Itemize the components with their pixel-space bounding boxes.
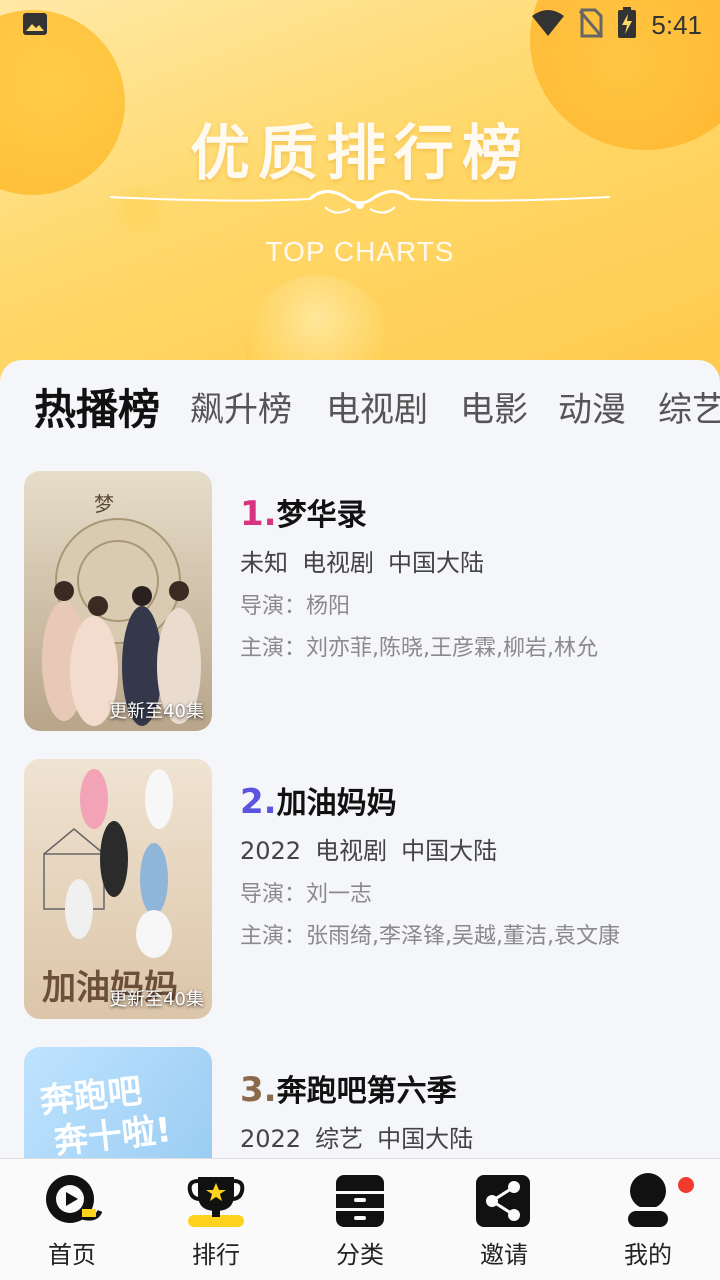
trophy-icon bbox=[187, 1177, 245, 1227]
item-title-row[interactable]: 1.梦华录 bbox=[240, 491, 700, 537]
nav-categories[interactable]: 分类 bbox=[288, 1159, 432, 1280]
bottom-navigation: 首页 排行 分类 邀请 我的 bbox=[0, 1158, 720, 1280]
item-director: 导演：杨阳 bbox=[240, 594, 351, 619]
item-title: 奔跑吧第六季 bbox=[276, 1074, 457, 1109]
user-icon bbox=[628, 1173, 668, 1227]
poster-image[interactable]: 梦 更新至40集 bbox=[24, 471, 212, 731]
list-item[interactable]: 梦 更新至40集 1.梦华录 未知 电视剧 中国大陆 导演：杨阳 主演：刘亦菲,陈晓… bbox=[24, 471, 704, 731]
nav-label: 邀请 bbox=[480, 1241, 528, 1269]
svg-text:梦: 梦 bbox=[94, 492, 114, 516]
item-region: 中国大陆 bbox=[377, 1125, 474, 1153]
tab-variety[interactable]: 综艺 bbox=[658, 380, 720, 440]
item-title: 梦华录 bbox=[276, 498, 367, 533]
nav-label: 我的 bbox=[624, 1241, 672, 1269]
no-sim-icon bbox=[579, 8, 604, 42]
status-bar: 5:41 bbox=[0, 0, 720, 50]
tab-movies[interactable]: 电影 bbox=[460, 380, 528, 440]
item-genre: 电视剧 bbox=[315, 837, 388, 865]
nav-ranking[interactable]: 排行 bbox=[144, 1159, 288, 1280]
item-region: 中国大陆 bbox=[388, 549, 484, 577]
drawer-icon bbox=[336, 1175, 384, 1227]
item-director: 导演：刘一志 bbox=[240, 882, 373, 907]
item-year: 2022 bbox=[240, 837, 302, 865]
list-item[interactable]: 奔跑吧 奔十啦! 3.奔跑吧第六季 2022 综艺 中国大陆 bbox=[24, 1047, 704, 1160]
nav-invite[interactable]: 邀请 bbox=[432, 1159, 576, 1280]
item-meta: 未知 电视剧 中国大陆 bbox=[240, 543, 700, 583]
item-title-row[interactable]: 3.奔跑吧第六季 bbox=[240, 1067, 700, 1113]
tab-tv-series[interactable]: 电视剧 bbox=[326, 380, 428, 440]
tab-anime[interactable]: 动漫 bbox=[558, 380, 626, 440]
item-title: 加油妈妈 bbox=[276, 786, 397, 821]
notification-dot bbox=[678, 1177, 694, 1193]
poster-image[interactable]: 奔跑吧 奔十啦! bbox=[24, 1047, 212, 1160]
item-year: 未知 bbox=[240, 549, 288, 577]
poster-image[interactable]: 加油妈妈 更新至40集 bbox=[24, 759, 212, 1019]
category-tabs: 热播榜 飙升榜 电视剧 电影 动漫 综艺 bbox=[0, 380, 720, 440]
home-play-icon bbox=[46, 1175, 102, 1223]
nav-home[interactable]: 首页 bbox=[0, 1159, 144, 1280]
tab-hot[interactable]: 热播榜 bbox=[34, 380, 160, 440]
nav-label: 首页 bbox=[48, 1241, 96, 1269]
item-year: 2022 bbox=[240, 1125, 302, 1153]
status-time: 5:41 bbox=[651, 9, 702, 40]
nav-profile[interactable]: 我的 bbox=[576, 1159, 720, 1280]
banner-subtitle: TOP CHARTS bbox=[265, 236, 455, 267]
battery-charging-icon bbox=[617, 7, 637, 43]
tab-rising[interactable]: 飙升榜 bbox=[190, 380, 292, 440]
top-charts-banner: 5:41 优质排行榜 TOP CHARTS bbox=[0, 0, 720, 400]
share-icon bbox=[476, 1175, 530, 1227]
item-genre: 电视剧 bbox=[302, 549, 374, 577]
image-icon bbox=[22, 12, 48, 36]
item-cast: 主演：刘亦菲,陈晓,王彦霖,柳岩,林允 bbox=[240, 636, 598, 661]
item-meta: 2022 电视剧 中国大陆 bbox=[240, 831, 700, 871]
list-item[interactable]: 加油妈妈 更新至40集 2.加油妈妈 2022 电视剧 中国大陆 导演：刘一志 主演… bbox=[24, 759, 704, 1019]
wifi-icon bbox=[531, 9, 565, 41]
banner-title: 优质排行榜 bbox=[190, 119, 530, 189]
rank-number: 1. bbox=[240, 494, 277, 534]
item-meta: 2022 综艺 中国大陆 bbox=[240, 1119, 700, 1159]
item-title-row[interactable]: 2.加油妈妈 bbox=[240, 779, 700, 825]
nav-label: 排行 bbox=[192, 1241, 240, 1269]
episode-badge: 更新至40集 bbox=[109, 701, 204, 722]
rank-number: 2. bbox=[240, 782, 277, 822]
item-region: 中国大陆 bbox=[401, 837, 498, 865]
item-genre: 综艺 bbox=[315, 1125, 364, 1153]
episode-badge: 更新至40集 bbox=[109, 989, 204, 1010]
item-cast: 主演：张雨绮,李泽锋,吴越,董洁,袁文康 bbox=[240, 924, 620, 949]
chart-panel: 热播榜 飙升榜 电视剧 电影 动漫 综艺 梦 更新至40集 1.梦华录 未知 电… bbox=[0, 360, 720, 1160]
nav-label: 分类 bbox=[336, 1241, 384, 1269]
flourish-divider bbox=[110, 190, 610, 214]
rank-number: 3. bbox=[240, 1070, 277, 1110]
